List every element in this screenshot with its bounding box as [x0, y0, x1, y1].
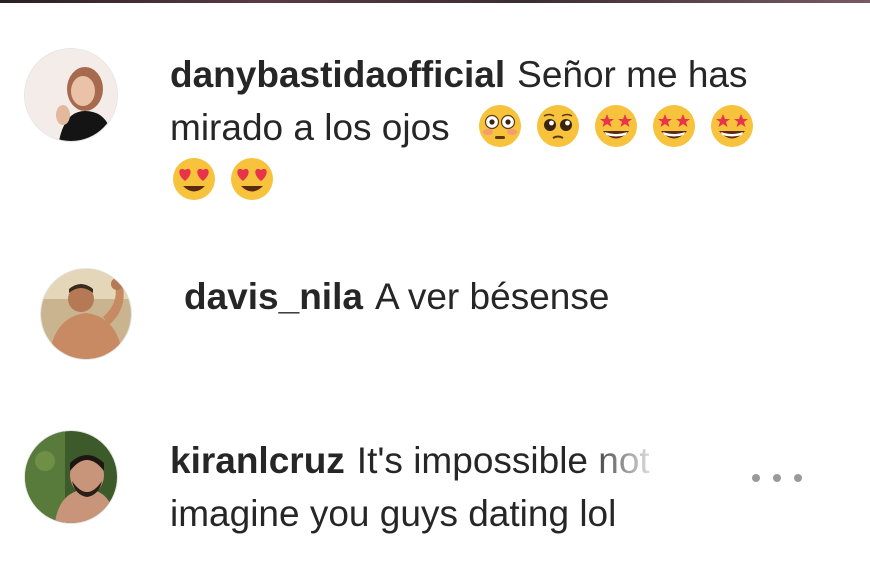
comment-body-line1: It's impossible not [356, 440, 650, 481]
comment-body-line2: imagine you guys dating lol [170, 493, 617, 534]
avatar[interactable] [40, 268, 132, 360]
more-horizontal-icon[interactable] [752, 463, 802, 493]
comment-username[interactable]: davis_nila [184, 276, 363, 317]
comment-username[interactable]: kiranlcruz [170, 440, 345, 481]
dot [752, 474, 760, 482]
avatar[interactable] [24, 48, 118, 142]
comment-body-line2: mirado a los ojos [170, 107, 450, 148]
dot [794, 474, 802, 482]
comment-username[interactable]: danybastidaofficial [170, 54, 505, 95]
comment-text: kiranlcruz It's impossible not imagine yo… [170, 434, 650, 540]
heart-eyes-icon [228, 155, 276, 203]
flushed-face-icon [476, 102, 524, 150]
dot [773, 474, 781, 482]
avatar[interactable] [24, 430, 118, 524]
comment-text: davis_nila A ver bésense [184, 270, 609, 323]
heart-eyes-icon [170, 155, 218, 203]
pleading-face-icon [534, 102, 582, 150]
star-struck-icon [592, 102, 640, 150]
star-struck-icon [708, 102, 756, 150]
top-edge-strip [0, 0, 870, 3]
comment-body-line1: Señor me has [517, 54, 748, 95]
comment-text: danybastidaofficial Señor me has mirado a… [170, 48, 766, 207]
star-struck-icon [650, 102, 698, 150]
comment-body: A ver bésense [374, 276, 610, 317]
